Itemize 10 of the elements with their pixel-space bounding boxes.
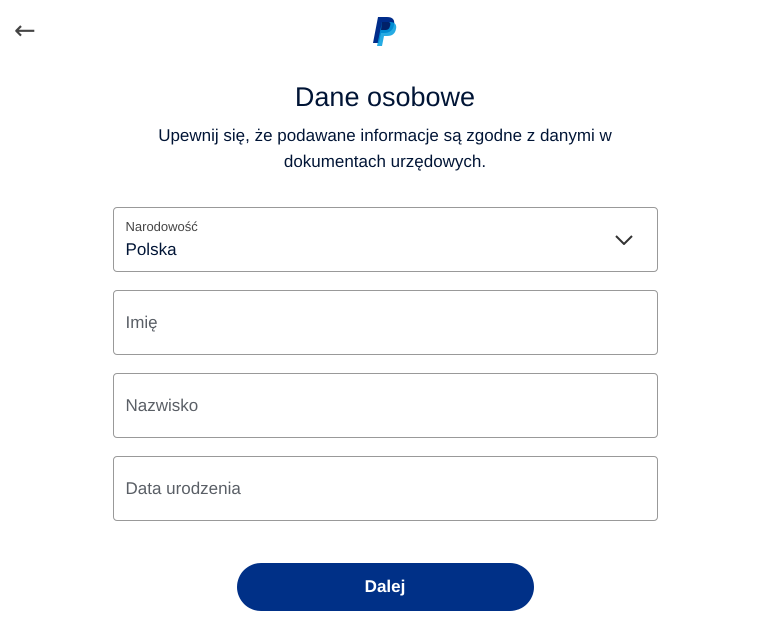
next-button[interactable]: Dalej (236, 563, 534, 611)
page-title: Dane osobowe (294, 82, 476, 113)
text-field[interactable]: Imię (112, 290, 658, 355)
nationality-dropdown[interactable]: Narodowość Polska (112, 207, 658, 272)
text-field[interactable]: Nazwisko (112, 373, 658, 438)
chevron-down-icon (614, 234, 632, 244)
page-subtitle: Upewnij się, że podawane informacje są zgodne z danymi w dokumentach urzędowych. (157, 125, 613, 173)
back-button[interactable]: ← (10, 16, 40, 46)
text-field[interactable]: Data urodzenia (112, 456, 658, 521)
logo-icon (372, 17, 398, 47)
